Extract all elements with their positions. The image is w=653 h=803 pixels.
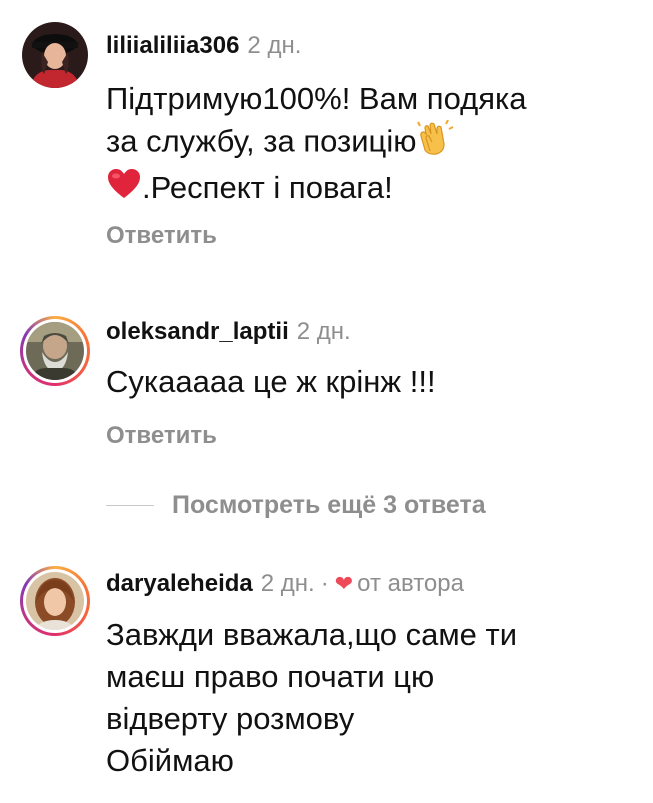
avatar-photo [22, 22, 88, 88]
comment-text: Завжди вважала,що саме ти маєш право поч… [106, 614, 626, 782]
comment-text-segment: .Респект і повага! [142, 170, 393, 205]
timestamp: 2 дн. [296, 318, 351, 345]
comment-meta: liliialiliia306 2 дн. [106, 32, 301, 60]
reply-button[interactable]: Ответить [106, 422, 217, 450]
clapping-hands-emoji [416, 119, 454, 167]
comment-text-segment: за службу, за позицію [106, 123, 417, 159]
avatar-photo [26, 572, 84, 630]
comment-text-line: за службу, за позицію [106, 119, 626, 167]
avatar[interactable] [22, 22, 88, 88]
avatar [26, 572, 84, 630]
comment-text-line: Підтримую100%! Вам подяка [106, 81, 527, 116]
username[interactable]: daryaleheida [106, 570, 253, 597]
timestamp: 2 дн. [260, 570, 315, 597]
comment-text-line: Обіймаю [106, 743, 234, 778]
comment-text-line: Завжди вважала,що саме ти [106, 617, 518, 652]
comment-text: Сукааааа це ж крінж !!! [106, 361, 626, 403]
avatar-story-ring[interactable] [20, 566, 90, 636]
comment-text-line: відверту розмову [106, 701, 355, 736]
author-label: от автора [357, 570, 464, 597]
comment-meta: oleksandr_laptii 2 дн. [106, 318, 351, 346]
comment-text-line: маєш право почати цю [106, 659, 435, 694]
avatar [26, 322, 84, 380]
liked-by-author-heart-icon: ❤ [334, 571, 354, 596]
replies-divider [106, 504, 154, 506]
comment-text-line: .Респект і повага! [106, 167, 626, 211]
avatar-story-ring[interactable] [20, 316, 90, 386]
username[interactable]: liliialiliia306 [106, 32, 239, 59]
meta-separator: · [320, 570, 329, 597]
view-more-replies-label: Посмотреть ещё 3 ответа [172, 490, 486, 519]
view-more-replies-button[interactable]: Посмотреть ещё 3 ответа [106, 490, 486, 520]
timestamp: 2 дн. [247, 32, 302, 59]
username[interactable]: oleksandr_laptii [106, 318, 289, 345]
comment-text-line: Сукааааа це ж крінж !!! [106, 364, 436, 399]
avatar-photo [26, 322, 84, 380]
reply-button[interactable]: Ответить [106, 222, 217, 250]
comment-meta: daryaleheida 2 дн. · ❤ от автора [106, 570, 464, 598]
comment-text: Підтримую100%! Вам подяка за службу, за … [106, 78, 626, 211]
red-heart-emoji [106, 168, 142, 211]
